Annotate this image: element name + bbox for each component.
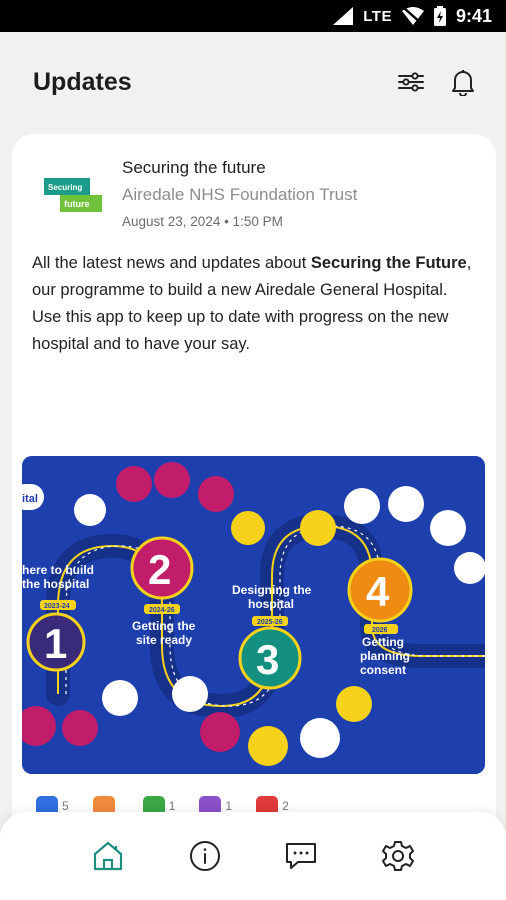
- step-1-label: the hospital: [22, 577, 89, 591]
- step-2-label: site ready: [136, 633, 192, 647]
- chat-icon: [286, 843, 317, 869]
- step-4-label: consent: [360, 663, 406, 677]
- svg-text:Securing: Securing: [48, 183, 82, 192]
- step-1-date: 2023-24: [44, 603, 70, 610]
- step-1-label: here to build: [22, 563, 94, 577]
- step-2-number: 2: [148, 546, 171, 593]
- svg-text:the: the: [48, 202, 57, 208]
- wifi-off-icon: [401, 7, 424, 25]
- gear-icon: [381, 841, 414, 871]
- step-3-label: Designing the: [232, 583, 312, 597]
- bell-icon: [452, 70, 474, 96]
- app-header: Updates: [0, 32, 506, 132]
- reaction-count: 2: [282, 799, 289, 813]
- step-4-label: Getting: [362, 635, 404, 649]
- update-card[interactable]: Securing the future Securing the future …: [12, 134, 496, 854]
- step-2-label: Getting the: [132, 619, 196, 633]
- home-icon: [94, 841, 123, 871]
- header-actions: [395, 66, 479, 98]
- body-text: Use this app to keep up to date with pro…: [32, 308, 449, 353]
- infographic-edge-label: ital: [22, 493, 38, 505]
- filter-button[interactable]: [395, 66, 427, 98]
- step-3-label: hospital: [248, 597, 294, 611]
- svg-text:future: future: [64, 199, 90, 209]
- step-3-date: 2025-26: [257, 619, 283, 626]
- nav-home[interactable]: [86, 834, 130, 878]
- step-1-number: 1: [44, 620, 67, 667]
- step-2-date: 2024-26: [149, 607, 175, 614]
- post-body: All the latest news and updates about Se…: [32, 250, 472, 358]
- roadmap-infographic[interactable]: ital here to build the hospital 2023-24 …: [22, 456, 485, 774]
- step-3-number: 3: [256, 636, 279, 683]
- page-title: Updates: [33, 67, 132, 96]
- sliders-icon: [398, 72, 424, 92]
- post-title: Securing the future: [122, 158, 266, 177]
- network-type: LTE: [363, 7, 392, 25]
- bottom-navigation: [0, 812, 506, 900]
- clock: 9:41: [455, 5, 492, 26]
- reaction-count: 1: [225, 799, 233, 813]
- step-4-number: 4: [366, 568, 390, 615]
- reaction-count: 1: [168, 799, 176, 813]
- status-bar: LTE 9:41: [0, 0, 506, 32]
- nav-info[interactable]: [183, 834, 227, 878]
- post-date: August 23, 2024 • 1:50 PM: [122, 214, 283, 229]
- reaction-count: 5: [62, 799, 69, 813]
- signal-icon: [333, 7, 354, 25]
- battery-icon: [433, 6, 446, 26]
- info-icon: [189, 841, 220, 871]
- securing-the-future-logo: Securing the future: [44, 178, 102, 212]
- nav-messages[interactable]: [279, 834, 323, 878]
- body-text: All the latest news and updates about: [32, 254, 311, 272]
- body-bold-text: Securing the Future: [310, 254, 467, 272]
- nav-settings[interactable]: [376, 834, 420, 878]
- step-4-label: planning: [360, 649, 410, 663]
- post-organisation: Airedale NHS Foundation Trust: [122, 185, 358, 204]
- step-4-date: 2026: [372, 627, 388, 634]
- notifications-button[interactable]: [447, 66, 479, 98]
